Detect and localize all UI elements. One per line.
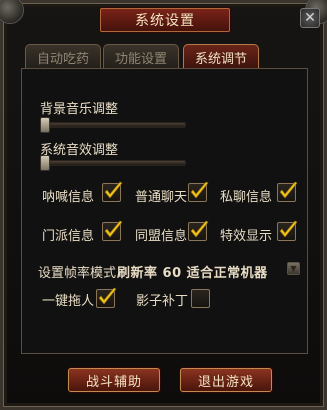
one-click-drag-checkbox[interactable]: [96, 287, 117, 308]
framerate-label: 设置帧率模式: [38, 266, 117, 281]
option-sect-label: 门派信息: [42, 229, 95, 244]
close-button[interactable]: ✕: [300, 8, 320, 28]
option-shout-checkbox[interactable]: [102, 181, 123, 202]
window-title-text: 系统设置: [135, 13, 195, 29]
option-sect-checkbox[interactable]: [102, 220, 123, 241]
music-volume-label: 背景音乐调整: [40, 102, 119, 117]
checkmark-icon: [104, 220, 123, 238]
music-volume-slider[interactable]: [40, 122, 186, 128]
checkmark-icon: [190, 181, 209, 199]
option-normal-chat-checkbox[interactable]: [188, 181, 209, 202]
option-alliance-checkbox[interactable]: [188, 220, 209, 241]
tab-label: 功能设置: [114, 51, 167, 67]
checkmark-icon: [190, 220, 209, 238]
option-normal-chat-label: 普通聊天: [135, 190, 188, 205]
music-volume-thumb[interactable]: [40, 117, 50, 133]
option-private-chat-checkbox[interactable]: [277, 181, 298, 202]
tab-function-settings[interactable]: 功能设置: [103, 44, 179, 69]
effects-volume-label: 系统音效调整: [40, 143, 119, 158]
tab-label: 系统调节: [194, 52, 247, 67]
checkmark-icon: [98, 287, 117, 305]
tab-label: 自动吃药: [36, 51, 89, 67]
checkmark-icon: [104, 181, 123, 199]
combat-assist-button[interactable]: 战斗辅助: [68, 368, 160, 392]
checkmark-icon: [279, 220, 298, 238]
close-icon: ✕: [304, 10, 316, 26]
exit-game-button-label: 退出游戏: [197, 374, 254, 390]
option-effects-display-label: 特效显示: [220, 229, 273, 244]
shadow-patch-label: 影子补丁: [136, 294, 189, 309]
framerate-dropdown-arrow-icon[interactable]: ▼: [287, 262, 300, 275]
option-alliance-label: 同盟信息: [135, 229, 188, 244]
exit-game-button[interactable]: 退出游戏: [180, 368, 272, 392]
effects-volume-thumb[interactable]: [40, 155, 50, 171]
checkmark-icon: [279, 181, 298, 199]
shadow-patch-checkbox[interactable]: [191, 289, 210, 308]
tab-system-adjust[interactable]: 系统调节: [183, 44, 259, 70]
window-title: 系统设置: [100, 8, 230, 32]
option-private-chat-label: 私聊信息: [220, 190, 273, 205]
option-effects-display-checkbox[interactable]: [277, 220, 298, 241]
one-click-drag-label: 一键拖人: [42, 294, 95, 309]
effects-volume-slider[interactable]: [40, 160, 186, 166]
framerate-select-value[interactable]: 刷新率 60 适合正常机器: [117, 262, 268, 281]
option-shout-label: 呐喊信息: [42, 190, 95, 205]
tab-auto-potion[interactable]: 自动吃药: [25, 44, 101, 69]
combat-assist-button-label: 战斗辅助: [85, 374, 142, 390]
